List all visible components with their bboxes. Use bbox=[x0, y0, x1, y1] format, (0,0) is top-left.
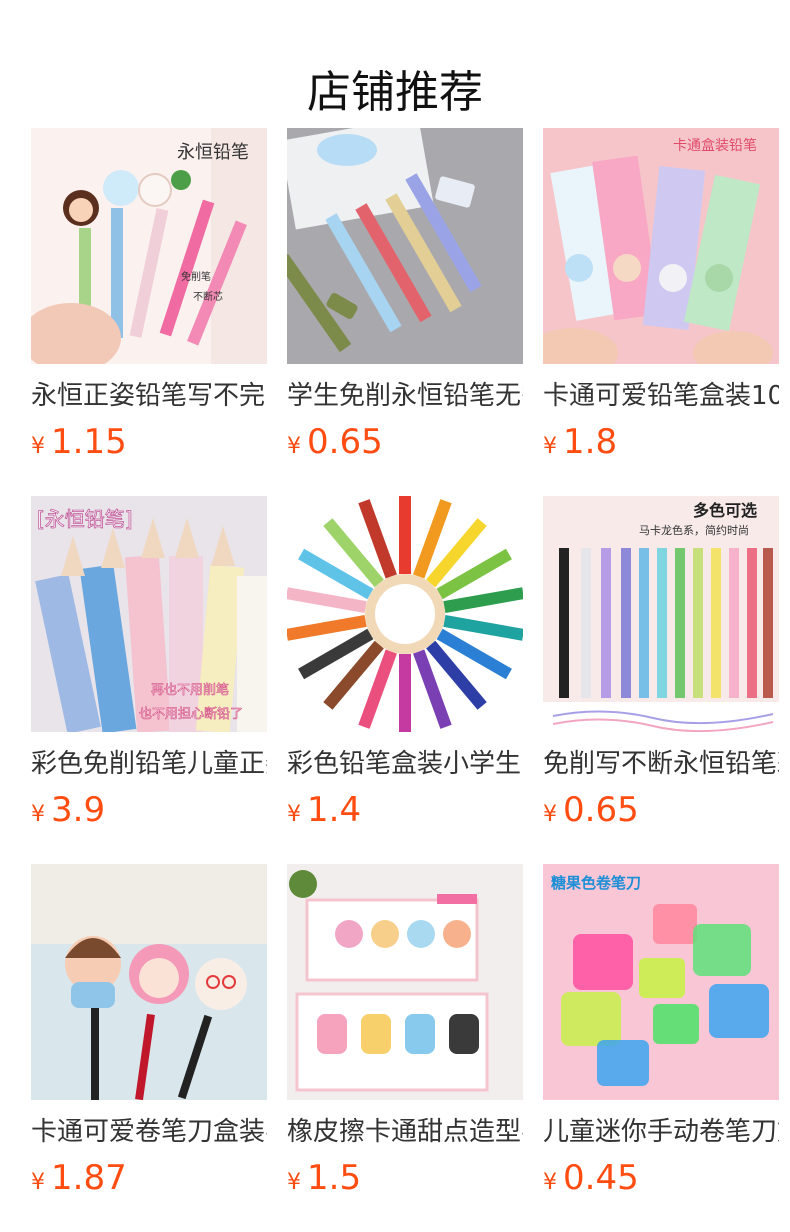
price-row: ¥1.15 bbox=[31, 420, 267, 464]
price-row: ¥0.65 bbox=[287, 420, 523, 464]
image-label: 永恒铅笔 bbox=[177, 142, 249, 163]
product-card[interactable]: 卡通盒装铅笔 卡通可爱铅笔盒装10支 ¥1.8 bbox=[543, 128, 779, 496]
product-card[interactable]: 永恒铅笔 免削笔 不断芯 永恒正姿铅笔写不完的铅笔 ¥1.15 bbox=[31, 128, 267, 496]
macaron-color-pencils-image: 多色可选 马卡龙色系，简约时尚 bbox=[543, 496, 779, 732]
shop-recommend-page: 店铺推荐 永恒铅笔 免削笔 不断芯 永恒正姿铅笔写不完 ¥ 1.15 学生免削永… bbox=[0, 0, 790, 1232]
price-row: ¥0.65 bbox=[543, 788, 779, 832]
product-name[interactable]: 儿童迷你手动卷笔刀文具 bbox=[543, 1114, 779, 1150]
svg-text:再也不用削笔: 再也不用削笔 bbox=[151, 682, 229, 698]
product-image[interactable] bbox=[287, 496, 523, 732]
price-row: ¥1.5 bbox=[287, 1156, 523, 1200]
product-name[interactable]: 学生免削永恒铅笔无需削笔 bbox=[287, 378, 523, 414]
product-image[interactable] bbox=[287, 864, 523, 1100]
currency-symbol: ¥ bbox=[31, 802, 45, 827]
product-price: 1.4 bbox=[307, 790, 362, 830]
product-name[interactable]: 彩色铅笔盒装小学生 bbox=[287, 746, 523, 782]
price-row: ¥1.4 bbox=[287, 788, 523, 832]
image-label: 多色可选 bbox=[693, 501, 757, 520]
product-price: 0.65 bbox=[307, 422, 383, 462]
product-image[interactable] bbox=[287, 128, 523, 364]
product-name[interactable]: 永恒正姿铅笔写不完的铅笔 bbox=[31, 378, 267, 414]
product-price: 3.9 bbox=[51, 790, 106, 830]
product-card[interactable]: 糖果色卷笔刀 儿童迷你手动卷笔刀文具 ¥0.45 bbox=[543, 864, 779, 1232]
price-row: ¥1.8 bbox=[543, 420, 779, 464]
product-price: 0.65 bbox=[563, 790, 639, 830]
printed-eternal-pencils-image: [永恒铅笔] 再也不用削笔 也不用担心断铅了 bbox=[31, 496, 267, 732]
svg-text:也不用担心断铅了: 也不用担心断铅了 bbox=[139, 707, 243, 722]
cartoon-sharpener-toppers-image bbox=[31, 864, 267, 1100]
product-name[interactable]: 彩色免削铅笔儿童正姿 bbox=[31, 746, 267, 782]
svg-text:马卡龙色系，简约时尚: 马卡龙色系，简约时尚 bbox=[639, 523, 749, 537]
product-image[interactable]: 永恒铅笔 免削笔 不断芯 bbox=[31, 128, 267, 364]
product-image[interactable]: 卡通盒装铅笔 bbox=[543, 128, 779, 364]
svg-text:不断芯: 不断芯 bbox=[193, 290, 223, 303]
currency-symbol: ¥ bbox=[543, 802, 557, 827]
product-card[interactable]: 彩色铅笔盒装小学生 ¥1.4 bbox=[287, 496, 523, 864]
product-grid: 永恒铅笔 免削笔 不断芯 永恒正姿铅笔写不完的铅笔 ¥1.15 bbox=[31, 128, 781, 1232]
product-name[interactable]: 卡通可爱卷笔刀盒装学生 bbox=[31, 1114, 267, 1150]
image-label: 卡通盒装铅笔 bbox=[673, 137, 757, 154]
product-card[interactable]: 多色可选 马卡龙色系，简约时尚 免削写不断永恒铅笔彩色 ¥0.65 bbox=[543, 496, 779, 864]
image-label: 糖果色卷笔刀 bbox=[551, 874, 641, 892]
pastel-pencils-image bbox=[287, 128, 523, 364]
colored-pencils-circle-image bbox=[287, 496, 523, 732]
svg-text:免削笔: 免削笔 bbox=[181, 270, 211, 283]
dessert-erasers-image bbox=[287, 864, 523, 1100]
price-row: ¥1.87 bbox=[31, 1156, 267, 1200]
product-price: 1.5 bbox=[307, 1158, 362, 1198]
product-price: 1.8 bbox=[563, 422, 618, 462]
product-price: 1.15 bbox=[51, 422, 127, 462]
product-price: 0.45 bbox=[563, 1158, 639, 1198]
boxed-cartoon-pencils-image: 卡通盒装铅笔 bbox=[543, 128, 779, 364]
currency-symbol: ¥ bbox=[31, 1170, 45, 1195]
product-card[interactable]: 学生免削永恒铅笔无需削笔 ¥0.65 bbox=[287, 128, 523, 496]
product-image[interactable]: 多色可选 马卡龙色系，简约时尚 bbox=[543, 496, 779, 732]
product-card[interactable]: 橡皮擦卡通甜点造型学生 ¥1.5 bbox=[287, 864, 523, 1232]
currency-symbol: ¥ bbox=[31, 434, 45, 459]
price-row: ¥3.9 bbox=[31, 788, 267, 832]
product-card[interactable]: [永恒铅笔] 再也不用削笔 也不用担心断铅了 彩色免削铅笔儿童正姿 ¥3.9 bbox=[31, 496, 267, 864]
currency-symbol: ¥ bbox=[287, 434, 301, 459]
currency-symbol: ¥ bbox=[287, 802, 301, 827]
product-image[interactable]: 糖果色卷笔刀 bbox=[543, 864, 779, 1100]
candy-color-sharpeners-image: 糖果色卷笔刀 bbox=[543, 864, 779, 1100]
product-name[interactable]: 卡通可爱铅笔盒装10支 bbox=[543, 378, 779, 414]
product-name[interactable]: 橡皮擦卡通甜点造型学生 bbox=[287, 1114, 523, 1150]
product-price: 1.87 bbox=[51, 1158, 127, 1198]
pencils-with-toppers-image: 永恒铅笔 免削笔 不断芯 bbox=[31, 128, 267, 364]
image-label: [永恒铅笔] bbox=[37, 507, 133, 531]
price-row: ¥0.45 bbox=[543, 1156, 779, 1200]
product-image[interactable] bbox=[31, 864, 267, 1100]
product-image[interactable]: [永恒铅笔] 再也不用削笔 也不用担心断铅了 bbox=[31, 496, 267, 732]
section-title: 店铺推荐 bbox=[307, 67, 483, 119]
product-card[interactable]: 卡通可爱卷笔刀盒装学生 ¥1.87 bbox=[31, 864, 267, 1232]
currency-symbol: ¥ bbox=[543, 1170, 557, 1195]
currency-symbol: ¥ bbox=[287, 1170, 301, 1195]
product-name[interactable]: 免削写不断永恒铅笔彩色 bbox=[543, 746, 779, 782]
currency-symbol: ¥ bbox=[543, 434, 557, 459]
